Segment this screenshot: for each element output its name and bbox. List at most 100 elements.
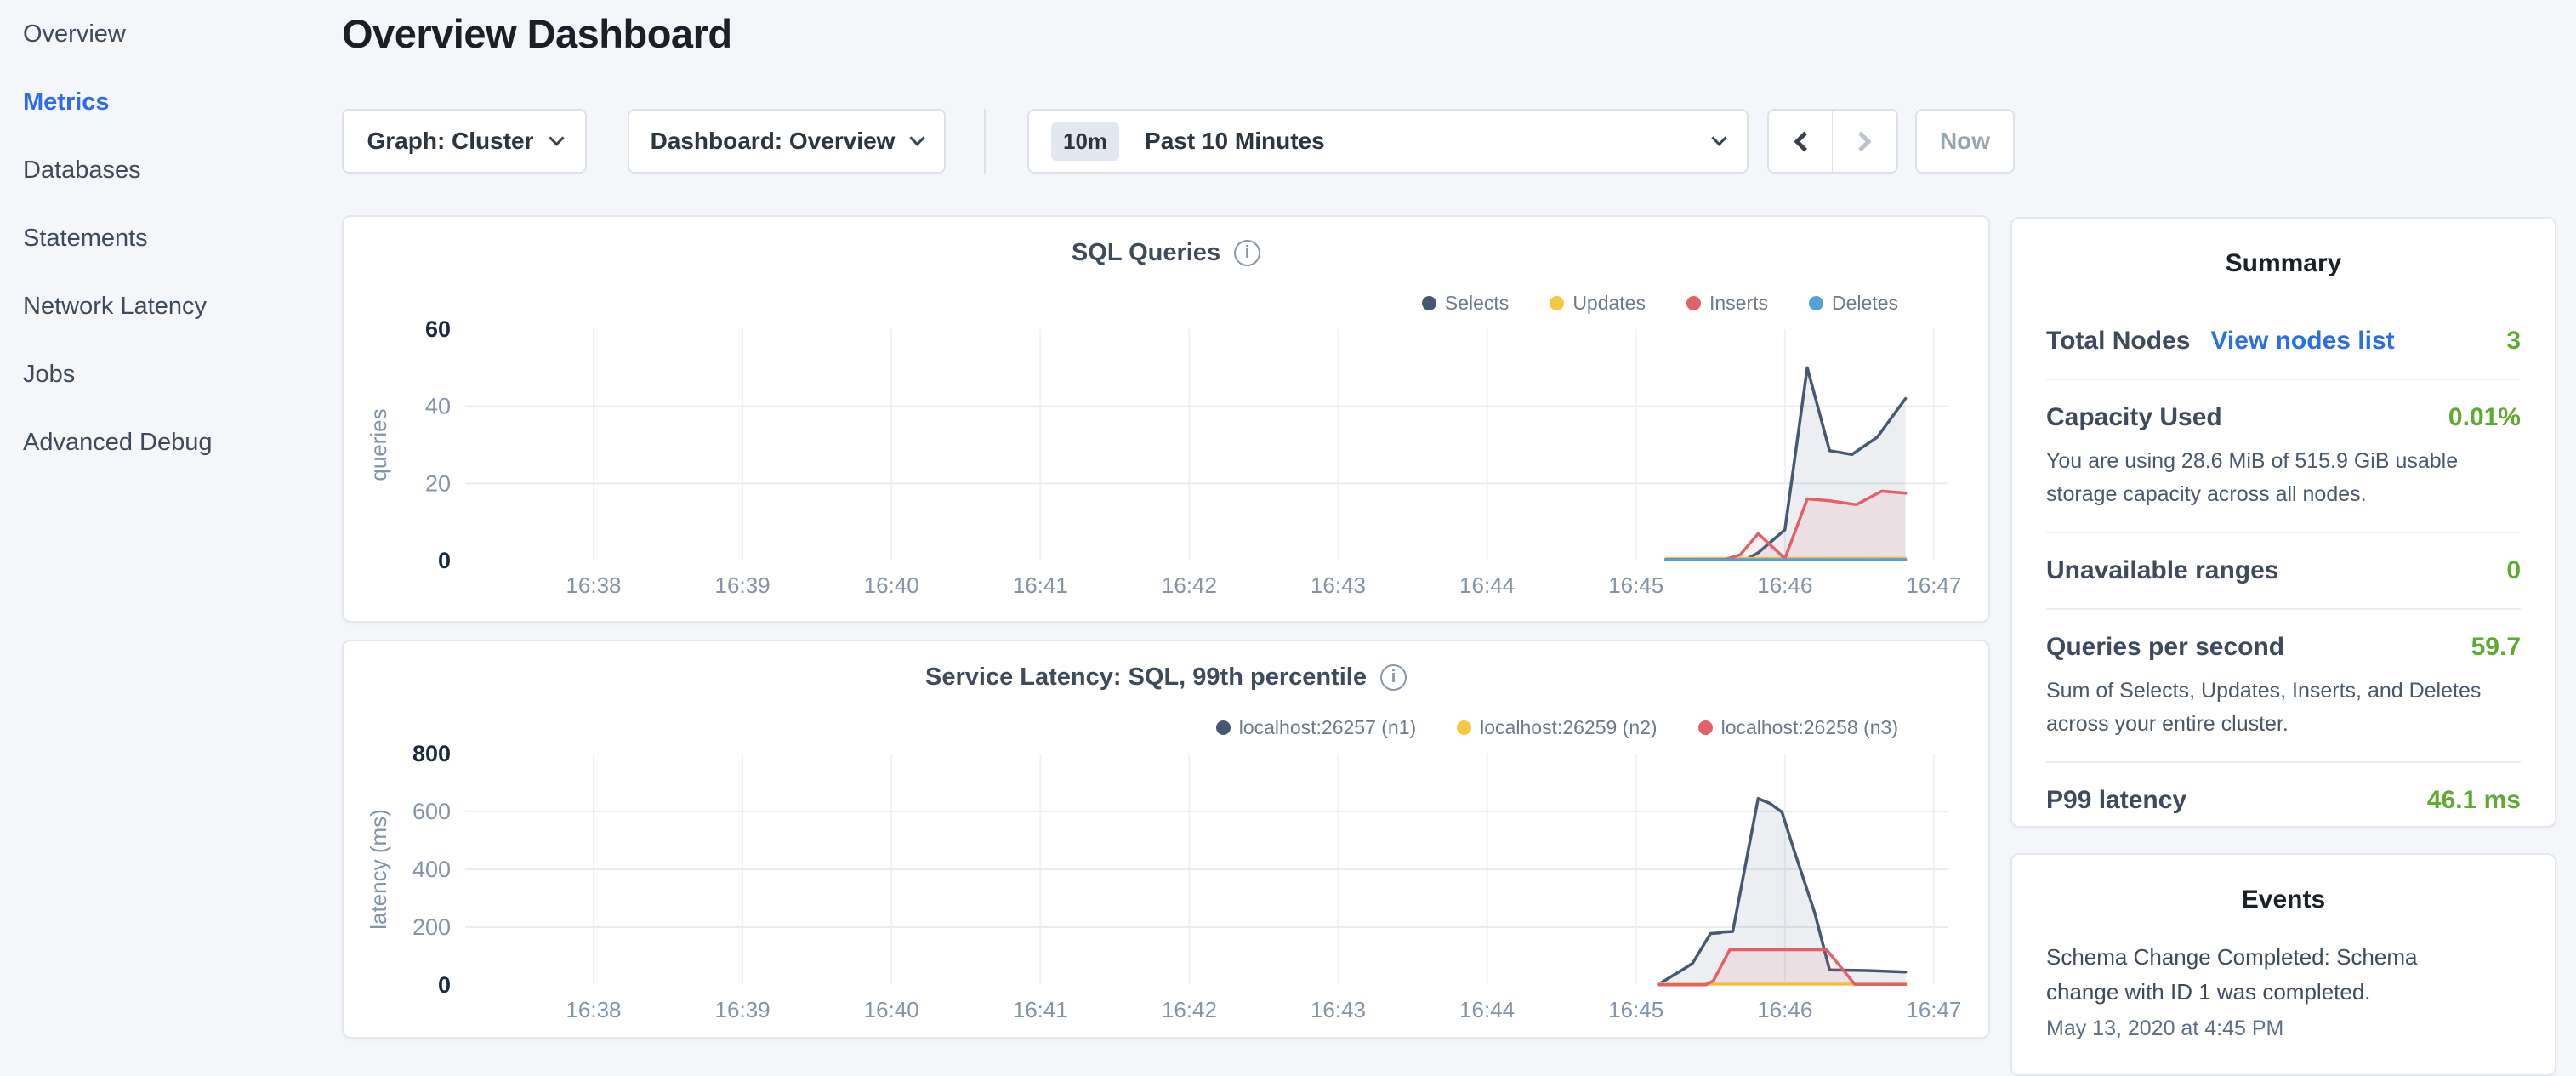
legend-label: localhost:26257 (n1) — [1239, 716, 1416, 739]
events-title: Events — [2046, 885, 2521, 914]
legend-dot-icon — [1698, 720, 1713, 735]
sidebar-item-jobs[interactable]: Jobs — [23, 356, 75, 393]
dashboard-dropdown-label: Dashboard: Overview — [651, 128, 896, 155]
legend-label: localhost:26258 (n3) — [1721, 716, 1898, 739]
event-message[interactable]: Schema Change Completed: Schema change w… — [2046, 940, 2425, 1010]
svg-text:16:45: 16:45 — [1608, 572, 1663, 598]
time-range-label: Past 10 Minutes — [1145, 128, 1714, 155]
sidebar-item-databases[interactable]: Databases — [23, 151, 141, 189]
capacity-used-description: You are using 28.6 MiB of 515.9 GiB usab… — [2046, 445, 2521, 511]
svg-text:16:42: 16:42 — [1162, 572, 1217, 598]
svg-text:16:40: 16:40 — [864, 572, 919, 598]
svg-text:400: 400 — [412, 857, 451, 882]
unavailable-ranges-label: Unavailable ranges — [2046, 554, 2278, 588]
legend-item[interactable]: localhost:26258 (n3) — [1698, 716, 1898, 739]
total-nodes-label: Total Nodes — [2046, 324, 2190, 358]
svg-text:16:41: 16:41 — [1013, 572, 1068, 598]
svg-text:16:38: 16:38 — [566, 572, 621, 598]
legend-item[interactable]: Selects — [1422, 292, 1509, 315]
svg-text:16:43: 16:43 — [1311, 997, 1366, 1022]
summary-title: Summary — [2046, 249, 2521, 278]
qps-value: 59.7 — [2471, 630, 2521, 664]
divider — [2046, 379, 2521, 380]
svg-text:16:42: 16:42 — [1162, 997, 1217, 1022]
sql-queries-chart-canvas[interactable]: 16:38 16:39 16:40 16:41 16:42 16:43 16:44 16:45… — [344, 317, 1988, 617]
legend-dot-icon — [1550, 296, 1564, 310]
legend-label: Deletes — [1832, 292, 1898, 315]
sidebar: Overview Metrics Databases Statements Ne… — [0, 0, 333, 1051]
svg-text:40: 40 — [425, 394, 451, 419]
legend-dot-icon — [1686, 296, 1701, 310]
event-timestamp: May 13, 2020 at 4:45 PM — [2046, 1016, 2521, 1041]
svg-text:16:47: 16:47 — [1906, 572, 1961, 598]
graph-dropdown[interactable]: Graph: Cluster — [342, 109, 587, 174]
capacity-used-label: Capacity Used — [2046, 401, 2222, 435]
time-range-picker[interactable]: 10m Past 10 Minutes — [1027, 109, 1749, 174]
view-nodes-list-link[interactable]: View nodes list — [2210, 324, 2394, 358]
total-nodes-value: 3 — [2506, 324, 2521, 358]
svg-text:200: 200 — [412, 914, 451, 940]
chart-legend: Selects Updates Inserts Deletes — [1422, 292, 1898, 315]
summary-row-p99: P99 latency 46.1 ms — [2046, 783, 2521, 817]
graph-dropdown-label: Graph: Cluster — [367, 128, 533, 155]
svg-text:latency (ms): latency (ms) — [366, 809, 391, 930]
legend-item[interactable]: Updates — [1550, 292, 1646, 315]
svg-text:60: 60 — [425, 317, 451, 342]
summary-row-unavailable-ranges: Unavailable ranges 0 — [2046, 554, 2521, 588]
time-next-button[interactable] — [1832, 109, 1898, 174]
svg-text:16:39: 16:39 — [715, 572, 771, 598]
legend-item[interactable]: localhost:26259 (n2) — [1457, 716, 1657, 739]
svg-text:16:43: 16:43 — [1311, 572, 1366, 598]
controls-divider — [984, 109, 986, 174]
svg-text:16:40: 16:40 — [864, 997, 919, 1022]
dashboard-dropdown[interactable]: Dashboard: Overview — [628, 109, 946, 174]
chevron-down-icon — [549, 130, 564, 145]
legend-label: Selects — [1445, 292, 1509, 315]
svg-text:16:47: 16:47 — [1906, 997, 1961, 1022]
now-button[interactable]: Now — [1915, 109, 2015, 174]
sidebar-item-network-latency[interactable]: Network Latency — [23, 288, 207, 325]
info-icon[interactable]: i — [1234, 240, 1260, 266]
legend-dot-icon — [1457, 720, 1471, 735]
p99-latency-value: 46.1 ms — [2427, 783, 2521, 817]
summary-row-qps: Queries per second 59.7 — [2046, 630, 2521, 664]
service-latency-chart-canvas[interactable]: 16:38 16:39 16:40 16:41 16:42 16:43 16:44 16:45… — [344, 742, 1988, 1041]
events-panel: Events Schema Change Completed: Schema c… — [2010, 853, 2556, 1076]
svg-text:0: 0 — [438, 972, 451, 998]
svg-text:16:39: 16:39 — [715, 997, 771, 1022]
sidebar-item-metrics[interactable]: Metrics — [23, 83, 110, 121]
divider — [2046, 532, 2521, 533]
sidebar-item-statements[interactable]: Statements — [23, 219, 148, 257]
legend-dot-icon — [1422, 296, 1436, 310]
svg-text:16:44: 16:44 — [1459, 997, 1515, 1022]
divider — [2046, 608, 2521, 610]
chart-title: Service Latency: SQL, 99th percentile — [925, 663, 1367, 692]
time-prev-button[interactable] — [1767, 109, 1834, 174]
summary-row-total-nodes: Total Nodes View nodes list 3 — [2046, 324, 2521, 358]
sql-queries-chart-card: SQL Queries i SelectsUpdatesInsertsDelet… — [342, 215, 1990, 623]
service-latency-chart-card: Service Latency: SQL, 99th percentile i … — [342, 640, 1990, 1039]
p99-latency-label: P99 latency — [2046, 783, 2186, 817]
sidebar-item-overview[interactable]: Overview — [23, 15, 126, 53]
capacity-used-value: 0.01% — [2448, 401, 2521, 435]
info-icon[interactable]: i — [1380, 664, 1407, 691]
svg-text:16:44: 16:44 — [1459, 572, 1515, 598]
svg-text:600: 600 — [412, 799, 451, 824]
sidebar-item-advanced-debug[interactable]: Advanced Debug — [23, 424, 213, 461]
chart-legend: localhost:26257 (n1) localhost:26259 (n2)… — [1216, 716, 1898, 739]
unavailable-ranges-value: 0 — [2506, 554, 2521, 588]
legend-item[interactable]: Deletes — [1809, 292, 1898, 315]
svg-text:800: 800 — [412, 742, 451, 766]
chevron-down-icon — [1711, 130, 1726, 145]
legend-item[interactable]: Inserts — [1686, 292, 1768, 315]
legend-label: Updates — [1572, 292, 1646, 315]
svg-text:20: 20 — [425, 470, 451, 496]
legend-item[interactable]: localhost:26257 (n1) — [1216, 716, 1416, 739]
svg-text:queries: queries — [366, 408, 391, 481]
svg-text:16:46: 16:46 — [1757, 572, 1812, 598]
svg-text:16:38: 16:38 — [566, 997, 621, 1022]
svg-text:16:41: 16:41 — [1013, 997, 1068, 1022]
summary-row-capacity: Capacity Used 0.01% — [2046, 401, 2521, 435]
svg-text:16:45: 16:45 — [1608, 997, 1663, 1022]
legend-label: Inserts — [1709, 292, 1768, 315]
